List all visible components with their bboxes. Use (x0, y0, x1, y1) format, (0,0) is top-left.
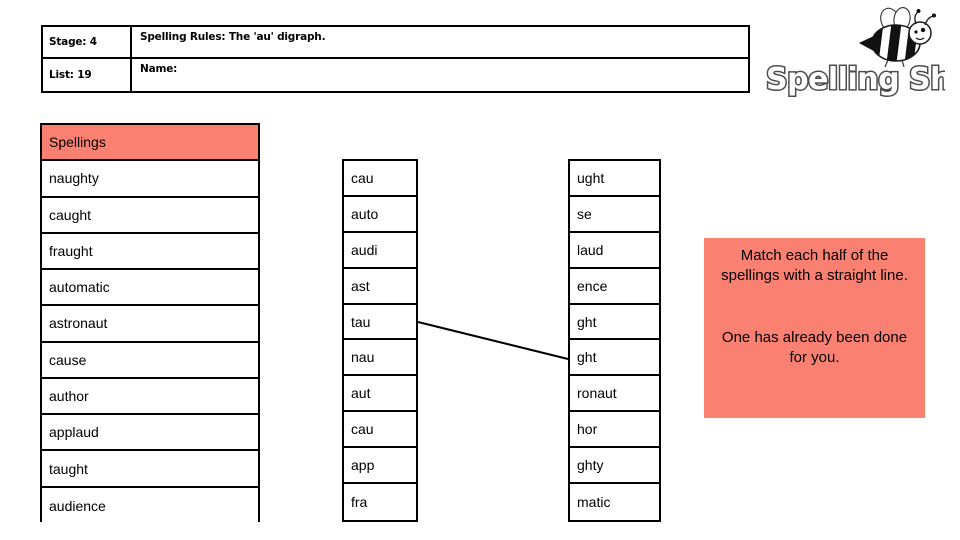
first-half-cell[interactable]: auto (344, 196, 416, 233)
second-half-text: ught (577, 169, 605, 186)
second-half-text: ghty (577, 457, 604, 474)
second-half-text: ght (577, 313, 597, 330)
first-half-table: cau auto audi ast tau nau aut cau app fr… (342, 159, 418, 522)
table-row: author (42, 378, 258, 416)
second-half-cell[interactable]: ght (570, 304, 659, 341)
second-half-text: ght (577, 349, 597, 366)
spellings-table-header: Spellings (42, 125, 258, 162)
header-row-list: List: 19 Name: (43, 59, 748, 91)
first-half-text: app (351, 457, 375, 474)
header-cell-rules: Spelling Rules: The 'au' digraph. (132, 27, 748, 57)
table-row: astronaut (42, 306, 258, 343)
logo-wordmark-text: Spelling Shed (766, 62, 945, 97)
first-half-cell[interactable]: aut (344, 376, 416, 413)
header-cell-name[interactable]: Name: (132, 59, 748, 91)
spelling-word: cause (49, 351, 87, 368)
first-half-cell[interactable]: ast (344, 268, 416, 305)
table-row: caught (42, 197, 258, 234)
second-half-cell[interactable]: ght (570, 340, 659, 377)
first-half-text: cau (351, 421, 374, 438)
first-half-text: audi (351, 241, 378, 258)
spellings-table: Spellings naughty caught fraught automat… (40, 123, 260, 524)
worksheet-header-table: Stage: 4 Spelling Rules: The 'au' digrap… (41, 25, 750, 93)
first-half-text: fra (351, 493, 368, 510)
table-row: fraught (42, 233, 258, 271)
instruction-line-1: Match each half of the spellings with a … (721, 247, 908, 284)
spelling-word: audience (49, 497, 106, 514)
logo-wordmark: Spelling Shed (765, 61, 946, 99)
table-row: cause (42, 342, 258, 379)
second-half-cell[interactable]: ronaut (570, 376, 659, 413)
header-row-stage: Stage: 4 Spelling Rules: The 'au' digrap… (43, 27, 748, 59)
list-label: List: 19 (49, 69, 92, 81)
spelling-word: caught (49, 206, 92, 223)
spelling-rules-label: Spelling Rules: The 'au' digraph. (140, 31, 326, 43)
second-half-cell[interactable]: ence (570, 268, 659, 305)
second-half-text: hor (577, 421, 598, 438)
header-cell-list: List: 19 (43, 59, 132, 91)
second-half-cell[interactable]: matic (570, 484, 659, 520)
instruction-box: Match each half of the spellings with a … (704, 238, 925, 418)
first-half-text: cau (351, 169, 374, 186)
table-row: automatic (42, 270, 258, 307)
table-row: naughty (42, 161, 258, 198)
second-half-cell[interactable]: hor (570, 412, 659, 449)
spelling-word: automatic (49, 279, 110, 296)
spelling-word: fraught (49, 242, 93, 259)
second-half-cell[interactable]: ghty (570, 448, 659, 485)
second-half-cell[interactable]: se (570, 196, 659, 233)
second-half-text: ronaut (577, 385, 617, 402)
first-half-cell[interactable]: tau (344, 304, 416, 341)
spelling-word: naughty (49, 170, 99, 187)
first-half-text: auto (351, 205, 379, 222)
spelling-word: author (49, 387, 89, 404)
table-row: applaud (42, 415, 258, 452)
completed-match-line (417, 321, 569, 360)
first-half-cell[interactable]: cau (344, 412, 416, 449)
header-cell-stage: Stage: 4 (43, 27, 132, 57)
first-half-cell[interactable]: cau (344, 161, 416, 197)
name-label: Name: (140, 63, 178, 75)
first-half-cell[interactable]: nau (344, 340, 416, 377)
instruction-line-2: One has already been done for you. (721, 328, 908, 366)
first-half-text: tau (351, 313, 371, 330)
first-half-text: aut (351, 385, 371, 402)
spelling-shed-logo: Spelling Shed (760, 5, 955, 100)
second-half-text: se (577, 205, 592, 222)
spelling-word: astronaut (49, 315, 108, 332)
first-half-text: ast (351, 277, 370, 294)
table-row: audience (42, 487, 258, 524)
second-half-cell[interactable]: ught (570, 161, 659, 197)
stage-label: Stage: 4 (49, 36, 97, 48)
first-half-cell[interactable]: fra (344, 484, 416, 520)
spelling-word: taught (49, 460, 88, 477)
spelling-word: applaud (49, 424, 99, 441)
first-half-text: nau (351, 349, 375, 366)
second-half-text: laud (577, 241, 604, 258)
second-half-table: ught se laud ence ght ght ronaut hor ght… (568, 159, 661, 522)
second-half-cell[interactable]: laud (570, 232, 659, 269)
second-half-text: matic (577, 493, 611, 510)
first-half-cell[interactable]: app (344, 448, 416, 485)
second-half-text: ence (577, 277, 608, 294)
spellings-header-label: Spellings (49, 134, 106, 151)
table-row: taught (42, 451, 258, 488)
first-half-cell[interactable]: audi (344, 232, 416, 269)
